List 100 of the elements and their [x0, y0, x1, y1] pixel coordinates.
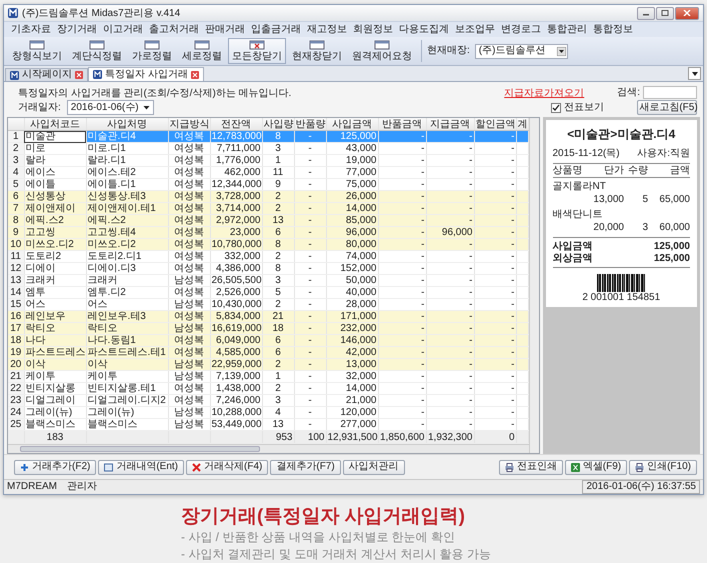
toolbar-button[interactable]: 계단식정렬	[68, 38, 126, 64]
table-row[interactable]: 10 미쓰오.디2 미쓰오.디2 여성복 10,780,000 8 - 80,000 - - -	[8, 238, 528, 250]
table-row[interactable]: 13 크래커 크래커 남성복 26,505,500 3 - 50,000 - - -	[8, 274, 528, 286]
action-button[interactable]: 인쇄(F10)	[629, 460, 697, 474]
toolbar-button[interactable]: 모든창닫기	[228, 38, 286, 64]
close-button[interactable]	[675, 6, 699, 20]
table-row[interactable]: 8 에픽.스2 에픽.스2 여성복 2,972,000 13 - 85,000 - - -	[8, 214, 528, 226]
close-icon[interactable]	[190, 70, 199, 78]
column-header[interactable]: 사입량	[264, 118, 293, 130]
menu-item[interactable]: 보조업무	[452, 23, 498, 36]
column-header[interactable]: 계	[518, 118, 527, 130]
menu-item[interactable]: 장기거래	[54, 23, 100, 36]
menu-item[interactable]: 출고처거래	[146, 23, 202, 36]
receipt-date: 2015-11-12(목)	[552, 148, 620, 160]
table-cell: -	[426, 274, 474, 286]
receipt-column-header: 단가	[603, 164, 624, 177]
table-row[interactable]: 18 나다 나다.동림1 여성복 6,049,000 6 - 146,000 - - -	[8, 334, 528, 346]
tab-list-button[interactable]	[688, 67, 701, 80]
toolbar-button[interactable]: 창형식보기	[8, 38, 66, 64]
menu-item[interactable]: 통합관리	[544, 23, 590, 36]
column-header[interactable]: 반품량	[296, 118, 325, 130]
table-cell: -	[378, 190, 426, 202]
window-icon	[89, 40, 105, 50]
table-row[interactable]: 17 락티오 락티오 남성복 16,619,000 18 - 232,000 - - -	[8, 322, 528, 334]
menu-item[interactable]: 이고거래	[100, 23, 146, 36]
toolbar-button[interactable]: 원격제어요청	[348, 38, 416, 64]
horizontal-scrollbar[interactable]	[8, 444, 528, 453]
table-cell: -	[378, 154, 426, 166]
table-row[interactable]: 14 엠투 엠투.디2 여성복 2,526,000 5 - 40,000 - - -	[8, 286, 528, 298]
menu-item[interactable]: 판매거래	[202, 23, 248, 36]
document-tab[interactable]: 시작페이지	[5, 68, 88, 81]
document-tab[interactable]: 특정일자 사입거래	[88, 67, 204, 81]
action-button[interactable]: 사입처관리	[342, 460, 405, 474]
action-button[interactable]: 거래삭제(F4)	[186, 460, 268, 474]
refresh-button[interactable]: 새로고침(F5)	[637, 100, 697, 115]
menu-item[interactable]: 변경로그	[498, 23, 544, 36]
table-row[interactable]: 19 파스트드레스 파스트드레스.테1 여성복 4,585,000 6 - 42,000 - - -	[8, 346, 528, 358]
table-cell: -	[294, 274, 326, 286]
column-header[interactable]: 할인금액	[476, 118, 515, 130]
table-row[interactable]: 12 디에이 디에이.디3 여성복 4,386,000 8 - 152,000 - - -	[8, 262, 528, 274]
table-cell: 19	[8, 346, 24, 358]
table-cell: -	[294, 406, 326, 418]
table-cell: 152,000	[326, 262, 378, 274]
column-header[interactable]: 지급방식	[170, 118, 209, 130]
table-cell: -	[294, 166, 326, 178]
table-row[interactable]: 6 신성통상 신성통상.테3 여성복 3,728,000 2 - 26,000 - - -	[8, 190, 528, 202]
table-cell: 25	[8, 418, 24, 430]
menu-item[interactable]: 재고정보	[304, 23, 350, 36]
action-button[interactable]: 결제추가(F7)	[270, 460, 341, 474]
minimize-button[interactable]	[637, 6, 655, 20]
search-field[interactable]	[643, 86, 697, 99]
menu-item[interactable]: 입출금거래	[248, 23, 304, 36]
table-row[interactable]: 16 레인보우 레인보우.테3 여성복 5,834,000 21 - 171,000 - - -	[8, 310, 528, 322]
table-row[interactable]: 11 도토리2 도토리2.디1 여성복 332,000 2 - 74,000 - - -	[8, 250, 528, 262]
table-row[interactable]: 22 빈티지살롱 빈티지살롱.테1 여성복 1,438,000 2 - 14,000 - - -	[8, 382, 528, 394]
table-cell: 21	[8, 370, 24, 382]
table-row[interactable]: 2 미로 미로.디1 여성복 7,711,000 3 - 43,000 - - -	[8, 142, 528, 154]
table-row[interactable]: 9 고고씽 고고씽.테4 여성복 23,000 6 - 96,000 - 96,000 -	[8, 226, 528, 238]
table-row[interactable]: 1 미술관 미술관.디4 여성복 12,783,000 8 - 125,000 - - -	[8, 130, 528, 142]
maximize-button[interactable]	[656, 6, 674, 20]
receipt-column-header: 수량	[627, 164, 648, 177]
close-icon[interactable]	[75, 71, 83, 79]
status-company: M7DREAM	[7, 481, 58, 493]
table-cell: -	[378, 250, 426, 262]
table-row[interactable]: 21 케이투 케이투 남성복 7,139,000 1 - 32,000 - - -	[8, 370, 528, 382]
table-cell: 케이투	[24, 370, 86, 382]
table-cell: 19,000	[326, 154, 378, 166]
total-cell: 12,931,500	[328, 432, 377, 442]
menu-item[interactable]: 회원정보	[350, 23, 396, 36]
table-cell: 에픽.스2	[24, 214, 86, 226]
voucher-checkbox[interactable]	[551, 102, 561, 112]
menu-item[interactable]: 다용도집계	[396, 23, 452, 36]
table-row[interactable]: 3 랄라 랄라.디1 여성복 1,776,000 1 - 19,000 - - -	[8, 154, 528, 166]
table-cell: 5	[262, 286, 294, 298]
table-row[interactable]: 20 이삭 이삭 남성복 22,959,000 2 - 13,000 - - -	[8, 358, 528, 370]
table-cell: -	[426, 406, 474, 418]
maximize-icon	[661, 10, 669, 16]
date-dropdown[interactable]: 2016-01-06(수)	[66, 100, 154, 115]
action-button[interactable]: 엑셀(F9)	[564, 460, 628, 474]
menu-item[interactable]: 통합정보	[590, 23, 636, 36]
barcode-number: 2 001001 154851	[581, 292, 662, 303]
table-row[interactable]: 24 그레이(뉴) 그레이(뉴) 남성복 10,288,000 4 - 120,000 - - -	[8, 406, 528, 418]
action-button[interactable]: 전표인쇄	[498, 460, 563, 474]
table-cell: 고고씽	[24, 226, 86, 238]
table-cell: 5,834,000	[210, 310, 262, 322]
table-cell: 7,246,000	[210, 394, 262, 406]
table-row[interactable]: 23 디얼그레이 디얼그레이.디지2 여성복 7,246,000 3 - 21,000 - - -	[8, 394, 528, 406]
action-button[interactable]: 거래내역(Ent)	[98, 460, 184, 474]
toolbar-button[interactable]: 세로정렬	[178, 38, 226, 64]
toolbar-button[interactable]: 가로정렬	[128, 38, 176, 64]
fetch-payment-link[interactable]: 지급자료가져오기	[504, 86, 584, 100]
table-cell: -	[294, 142, 326, 154]
menu-item[interactable]: 기초자료	[8, 23, 54, 36]
action-button[interactable]: 거래추가(F2)	[14, 460, 96, 474]
table-row[interactable]: 7 제이앤제이 제이앤제이.테1 여성복 3,714,000 2 - 14,000 - - -	[8, 202, 528, 214]
toolbar-button[interactable]: 현재창닫기	[288, 38, 346, 64]
table-cell: 26,505,500	[210, 274, 262, 286]
table-row[interactable]: 4 에이스 에이스.테2 여성복 462,000 11 - 77,000 - - -	[8, 166, 528, 178]
vertical-scrollbar[interactable]	[528, 118, 538, 453]
store-dropdown[interactable]: (주)드림솔루션	[474, 44, 568, 58]
